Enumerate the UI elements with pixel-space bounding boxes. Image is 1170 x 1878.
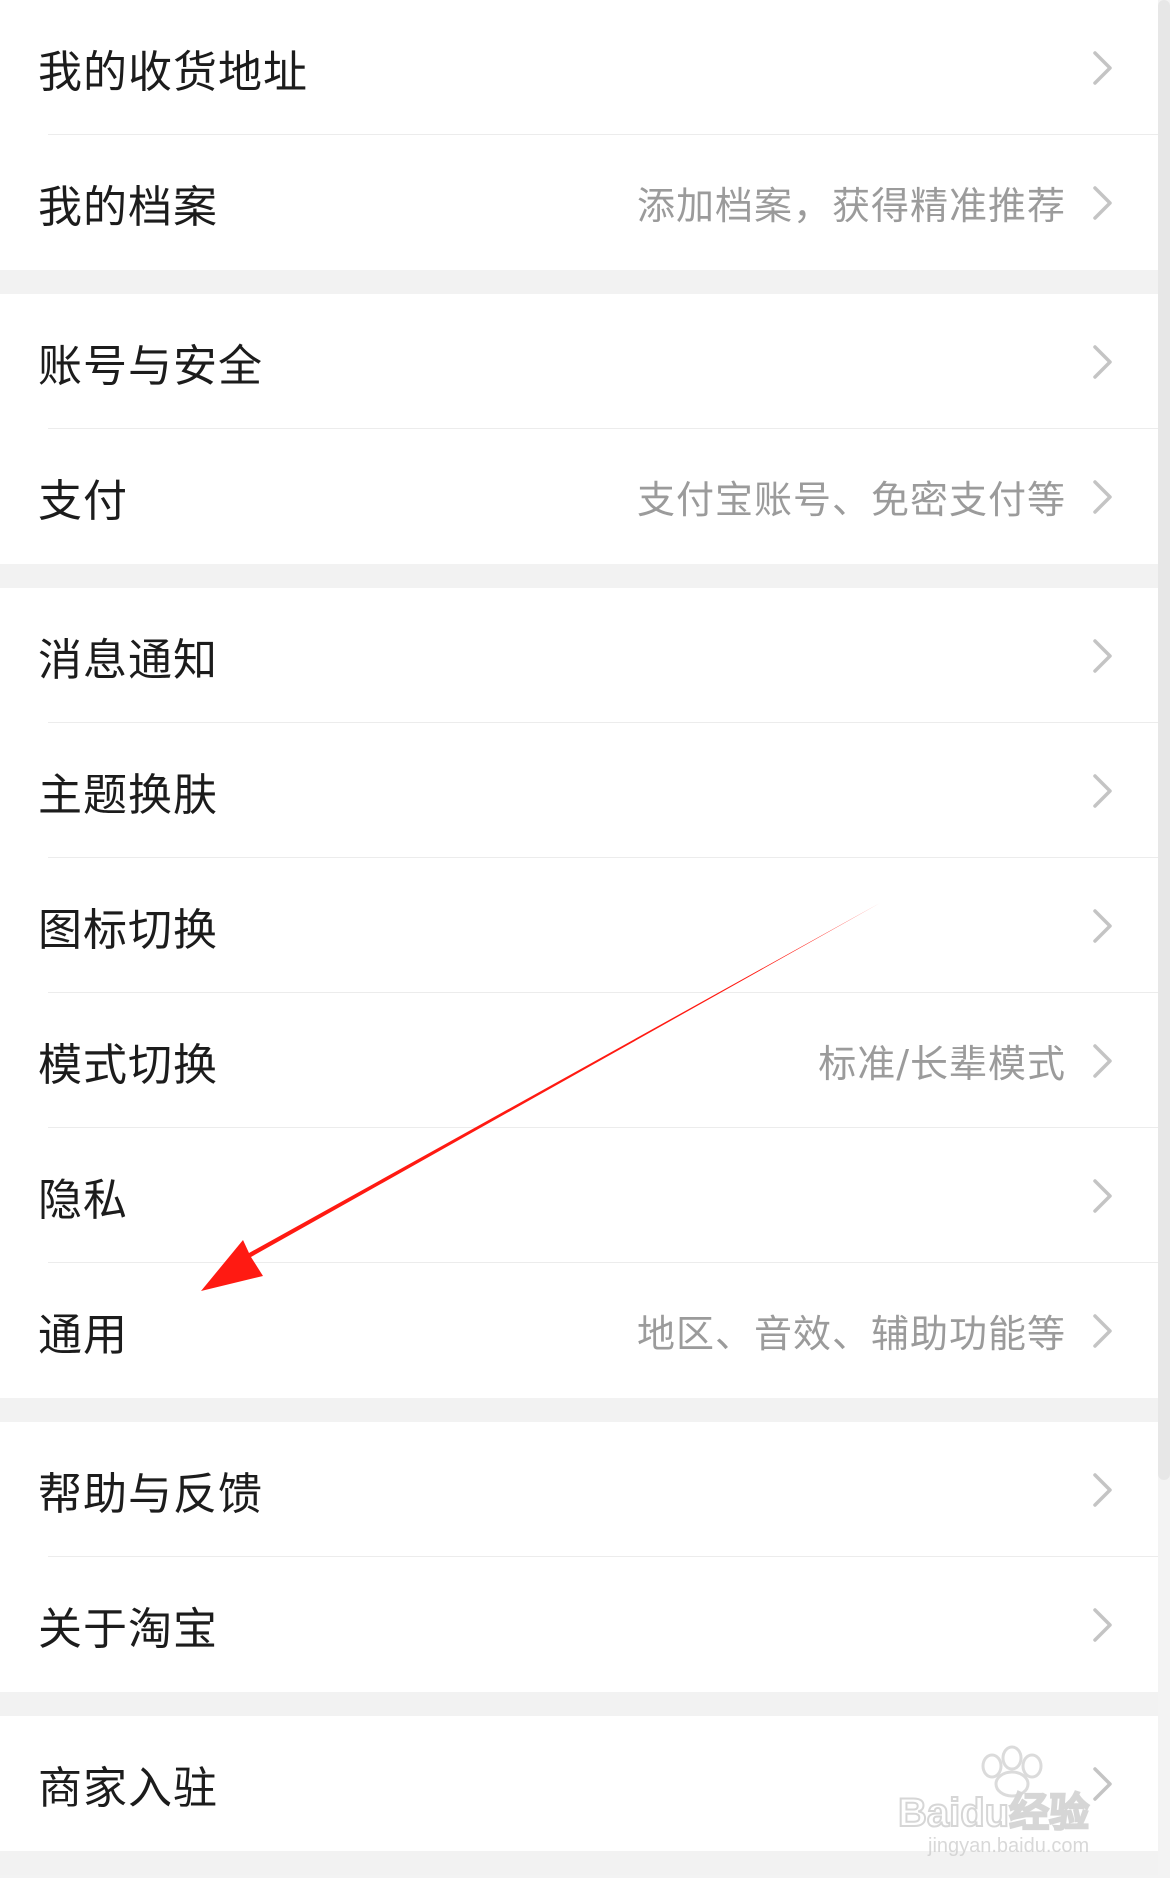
settings-item-label: 我的收货地址 (38, 46, 308, 98)
settings-item-help-feedback[interactable]: 帮助与反馈 (0, 1422, 1158, 1557)
settings-item-notifications[interactable]: 消息通知 (0, 588, 1158, 723)
chevron-right-icon (1088, 477, 1118, 517)
chevron-right-icon (1088, 1605, 1118, 1645)
settings-item-label: 模式切换 (38, 1039, 218, 1091)
chevron-right-icon (1088, 906, 1118, 946)
chevron-right-icon (1088, 1470, 1118, 1510)
settings-item-label: 账号与安全 (38, 340, 263, 392)
chevron-right-icon (1088, 636, 1118, 676)
settings-item-label: 图标切换 (38, 904, 218, 956)
settings-item-label: 商家入驻 (38, 1762, 218, 1814)
scrollbar[interactable] (1158, 0, 1170, 1480)
section-gap (0, 1398, 1158, 1422)
section-gap (0, 270, 1158, 294)
settings-item-merchant-join[interactable]: 商家入驻 (0, 1716, 1158, 1851)
settings-item-shipping-address[interactable]: 我的收货地址 (0, 0, 1158, 135)
settings-item-about-taobao[interactable]: 关于淘宝 (0, 1557, 1158, 1692)
settings-item-label: 主题换肤 (38, 769, 218, 821)
section-gap (0, 1851, 1158, 1875)
settings-item-account-security[interactable]: 账号与安全 (0, 294, 1158, 429)
settings-group: 商家入驻 (0, 1716, 1158, 1851)
chevron-right-icon (1088, 1764, 1118, 1804)
settings-item-general[interactable]: 通用 地区、音效、辅助功能等 (0, 1263, 1158, 1398)
settings-group: 消息通知主题换肤图标切换模式切换 标准/长辈模式隐私通用 地区、音效、辅助功能等 (0, 588, 1158, 1398)
settings-item-my-profile[interactable]: 我的档案 添加档案，获得精准推荐 (0, 135, 1158, 270)
settings-item-icon-switch[interactable]: 图标切换 (0, 858, 1158, 993)
chevron-right-icon (1088, 48, 1118, 88)
settings-item-hint: 标准/长辈模式 (818, 1042, 1066, 1086)
chevron-right-icon (1088, 342, 1118, 382)
chevron-right-icon (1088, 183, 1118, 223)
settings-item-mode-switch[interactable]: 模式切换 标准/长辈模式 (0, 993, 1158, 1128)
settings-item-label: 隐私 (38, 1174, 128, 1226)
settings-group: 我的收货地址 我的档案 添加档案，获得精准推荐 (0, 0, 1158, 270)
settings-item-label: 关于淘宝 (38, 1603, 218, 1655)
settings-item-hint: 添加档案，获得精准推荐 (636, 184, 1066, 228)
settings-item-hint: 地区、音效、辅助功能等 (636, 1312, 1066, 1356)
section-gap (0, 564, 1158, 588)
settings-item-hint: 支付宝账号、免密支付等 (636, 478, 1066, 522)
chevron-right-icon (1088, 1311, 1118, 1351)
settings-item-theme-skin[interactable]: 主题换肤 (0, 723, 1158, 858)
section-gap (0, 1692, 1158, 1716)
settings-item-label: 帮助与反馈 (38, 1468, 263, 1520)
settings-item-label: 通用 (38, 1309, 128, 1361)
settings-item-payment[interactable]: 支付 支付宝账号、免密支付等 (0, 429, 1158, 564)
settings-item-label: 消息通知 (38, 634, 218, 686)
chevron-right-icon (1088, 1176, 1118, 1216)
settings-list: 我的收货地址 我的档案 添加档案，获得精准推荐账号与安全支付 支付宝账号、免密支付等消… (0, 0, 1158, 1875)
settings-item-label: 支付 (38, 475, 128, 527)
chevron-right-icon (1088, 771, 1118, 811)
settings-group: 账号与安全支付 支付宝账号、免密支付等 (0, 294, 1158, 564)
settings-group: 帮助与反馈 关于淘宝 (0, 1422, 1158, 1692)
settings-item-privacy[interactable]: 隐私 (0, 1128, 1158, 1263)
settings-item-label: 我的档案 (38, 181, 218, 233)
chevron-right-icon (1088, 1041, 1118, 1081)
